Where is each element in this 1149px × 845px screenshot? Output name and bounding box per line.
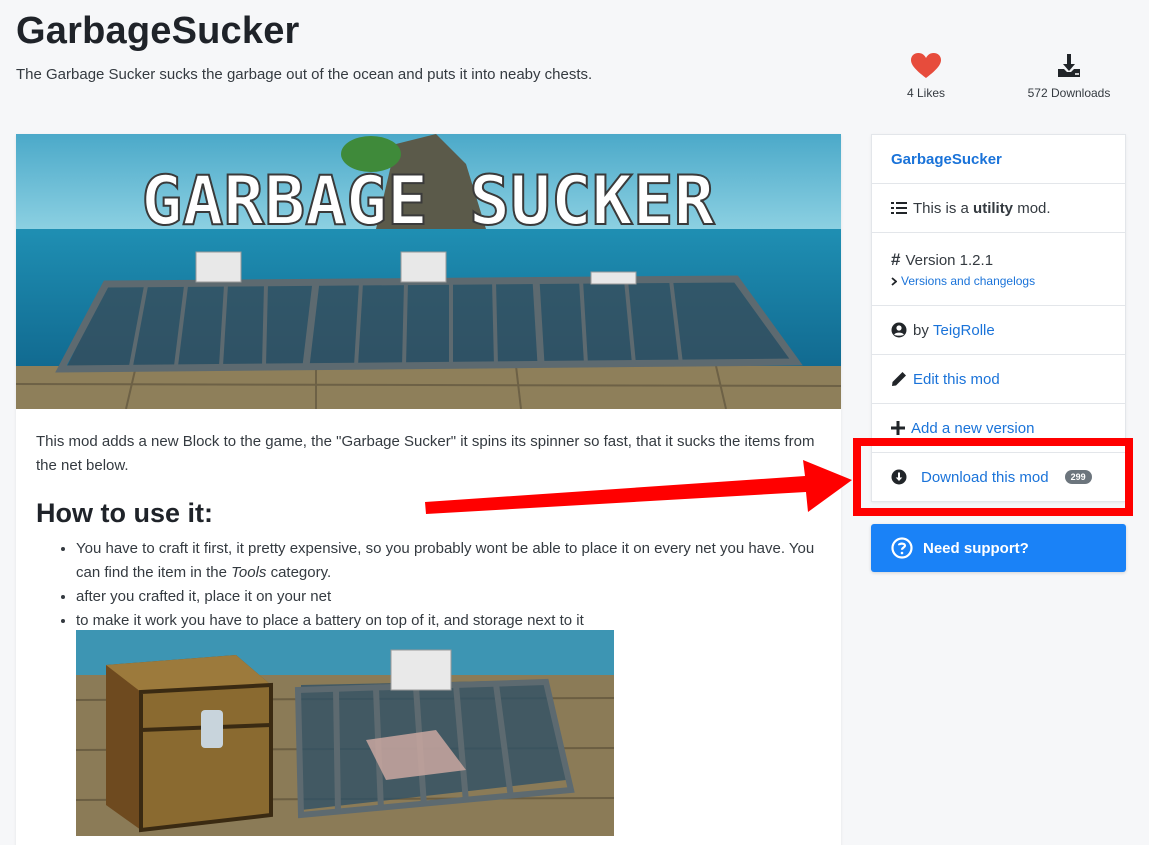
likes-count: 4 Likes (906, 86, 946, 100)
user-circle-icon (891, 322, 907, 338)
author-link[interactable]: TeigRolle (933, 322, 995, 339)
usage-steps-list: You have to craft it first, it pretty ex… (36, 537, 826, 633)
edit-mod-link[interactable]: Edit this mod (872, 355, 1125, 404)
page-subtitle: The Garbage Sucker sucks the garbage out… (16, 66, 593, 83)
question-circle-icon (891, 537, 913, 559)
step-1-text: You have to craft it first, it pretty ex… (76, 540, 815, 581)
need-support-button[interactable]: Need support? (871, 524, 1126, 572)
mod-name-label: GarbageSucker (891, 150, 1002, 168)
page-title: GarbageSucker (16, 10, 300, 52)
list-icon (891, 202, 907, 214)
step-1-emphasis: Tools (231, 564, 267, 581)
hash-icon: # (891, 250, 901, 269)
by-prefix: by (913, 321, 929, 339)
type-value: utility (973, 199, 1014, 217)
sidebar-author: by TeigRolle (872, 306, 1125, 355)
type-suffix: mod. (1017, 199, 1051, 217)
download-tray-icon (1009, 52, 1129, 80)
sidebar-mod-type: This is a utility mod. (872, 184, 1125, 233)
downloads-stat: 572 Downloads (1009, 52, 1129, 100)
banner-title-text: GARBAGE SUCKER (141, 162, 714, 241)
step-1-text-end: category. (266, 564, 332, 581)
versions-link-label[interactable]: Versions and changelogs (901, 274, 1035, 288)
version-label: Version 1.2.1 (905, 251, 994, 269)
need-support-label[interactable]: Need support? (923, 540, 1029, 557)
likes-stat[interactable]: 4 Likes (866, 52, 986, 100)
type-prefix: This is a (913, 199, 969, 217)
chest-and-sucker-screenshot (76, 630, 614, 836)
chevron-right-icon (891, 276, 897, 286)
downloads-count: 572 Downloads (1027, 86, 1111, 100)
list-item: after you crafted it, place it on your n… (76, 585, 826, 609)
pencil-icon (892, 372, 906, 386)
download-highlight-box (853, 438, 1133, 516)
mod-banner-image: GARBAGE SUCKER (16, 134, 841, 409)
list-item: You have to craft it first, it pretty ex… (76, 537, 826, 585)
edit-mod-label[interactable]: Edit this mod (913, 371, 1000, 388)
versions-changelog-link[interactable]: Versions and changelogs (891, 274, 1035, 288)
add-version-label[interactable]: Add a new version (911, 420, 1034, 437)
red-arrow-annotation (425, 460, 852, 514)
sidebar-version: # Version 1.2.1 Versions and changelogs (872, 233, 1125, 306)
plus-icon (891, 421, 905, 435)
sidebar-mod-name: GarbageSucker (872, 135, 1125, 184)
heart-icon[interactable] (866, 52, 986, 80)
